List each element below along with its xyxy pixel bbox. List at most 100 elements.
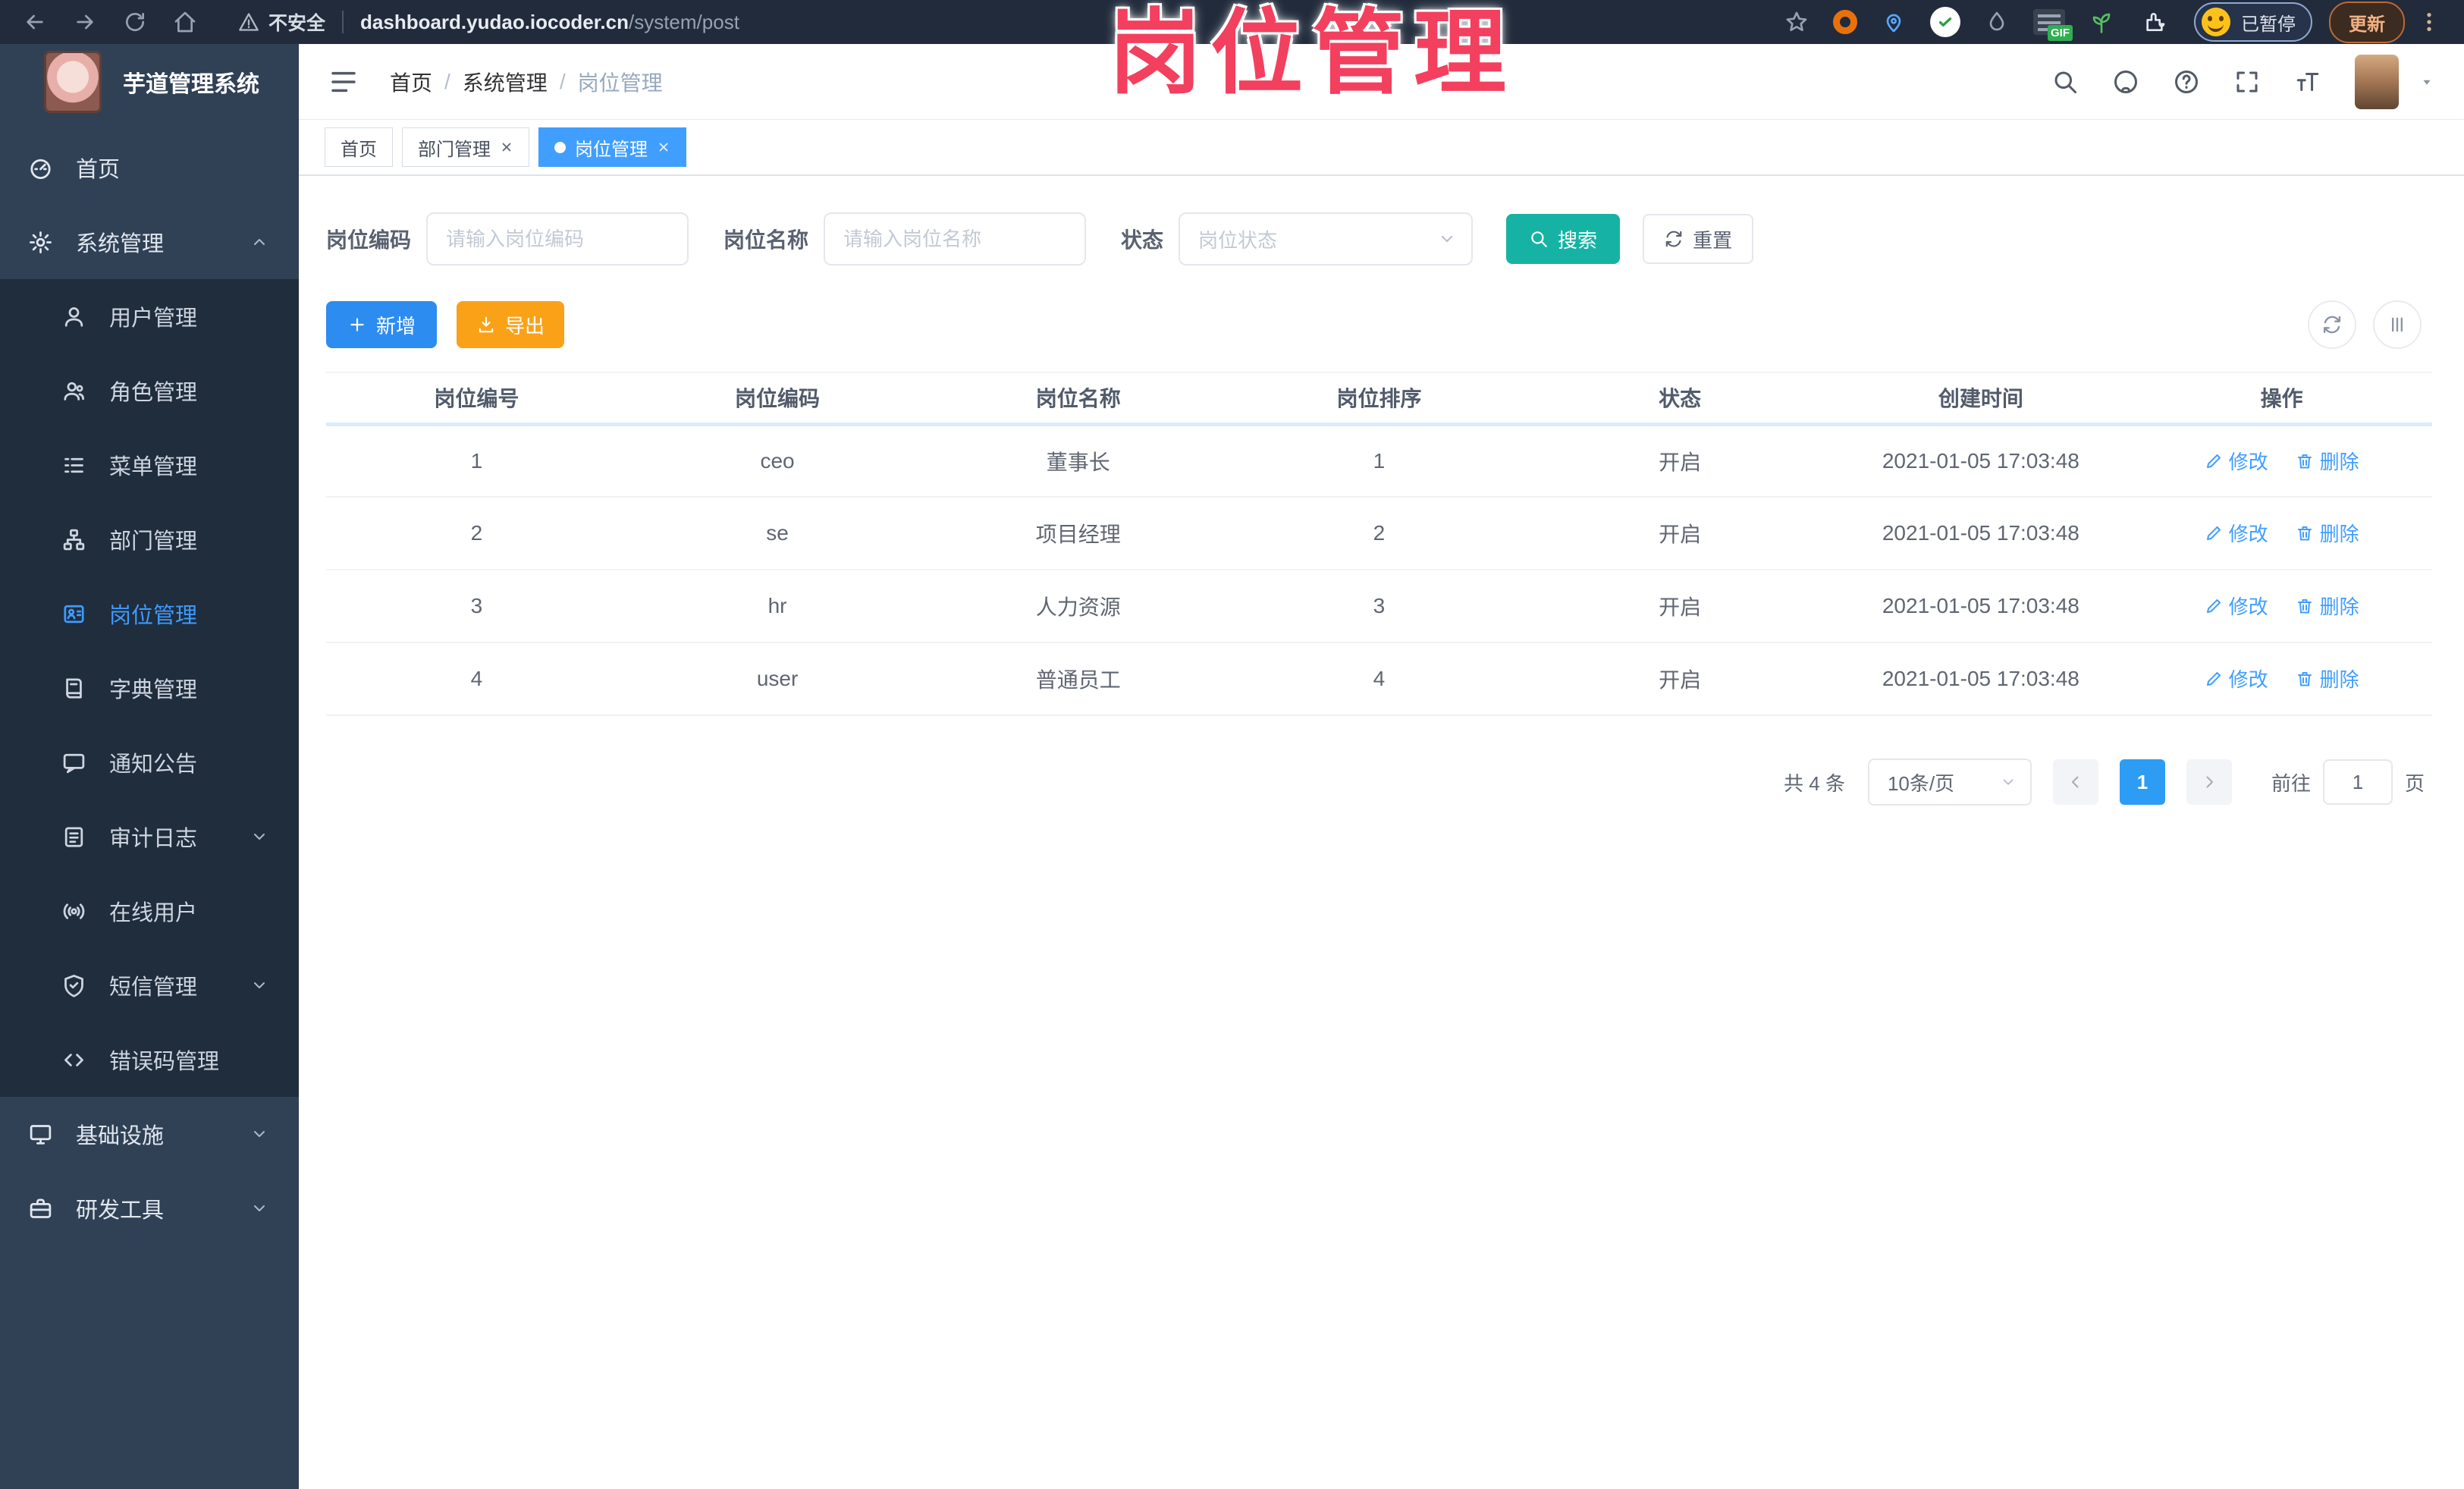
table-header-cell: 岗位编码 <box>626 372 928 426</box>
sidebar-item-post[interactable]: 岗位管理 <box>0 576 299 651</box>
address-bar[interactable]: dashboard.yudao.iocoder.cn/system/post <box>360 11 739 34</box>
close-icon[interactable] <box>500 140 513 154</box>
sidebar-item-error-code[interactable]: 错误码管理 <box>0 1023 299 1097</box>
browser-menu-kebab-icon[interactable] <box>2412 5 2446 39</box>
search-icon[interactable] <box>2051 68 2079 96</box>
fullscreen-icon[interactable] <box>2233 68 2261 96</box>
paused-extension-badge[interactable]: 已暂停 <box>2194 2 2312 42</box>
sidebar-item-dict[interactable]: 字典管理 <box>0 651 299 725</box>
cell-post-code: se <box>626 497 928 570</box>
tab-home[interactable]: 首页 <box>325 127 393 167</box>
font-size-icon[interactable] <box>2294 68 2321 96</box>
tab-post[interactable]: 岗位管理 <box>538 127 686 167</box>
post-code-label: 岗位编码 <box>326 228 412 252</box>
breadcrumb-item[interactable]: 首页 <box>390 67 432 97</box>
sidebar-item-label: 在线用户 <box>109 901 198 925</box>
search-icon <box>1529 229 1549 249</box>
message-icon <box>59 750 88 775</box>
extension-pin-icon[interactable] <box>1877 5 1910 39</box>
column-settings-button[interactable] <box>2373 300 2422 349</box>
plus-icon <box>347 315 367 335</box>
extension-drop-icon[interactable] <box>1980 5 2014 39</box>
pencil-icon <box>2205 524 2223 542</box>
chevron-down-icon <box>1438 230 1456 248</box>
post-name-input[interactable] <box>824 212 1087 265</box>
current-page-button[interactable]: 1 <box>2119 759 2165 805</box>
browser-reload-icon[interactable] <box>118 5 152 39</box>
extension-check-icon[interactable] <box>1930 7 1960 37</box>
main-area: 首页 / 系统管理 / 岗位管理 首页 部门管理 岗位管理 岗位编码 请输入岗位… <box>299 44 2464 1489</box>
search-button[interactable]: 搜索 <box>1506 214 1621 264</box>
extension-orange-ring-icon[interactable] <box>1833 10 1857 34</box>
cell-post-sort: 3 <box>1229 570 1530 643</box>
bookmark-star-icon[interactable] <box>1780 5 1813 39</box>
cell-post-sort: 1 <box>1229 424 1530 498</box>
dashboard-icon <box>26 155 55 181</box>
filter-form: 岗位编码 岗位名称 状态 岗位状态 <box>326 212 2432 265</box>
status-select[interactable]: 岗位状态 <box>1179 212 1474 265</box>
pagination-total: 共 4 条 <box>1784 771 1845 795</box>
delete-button[interactable]: 删除 <box>2296 664 2359 693</box>
sidebar-item-infra[interactable]: 基础设施 <box>0 1097 299 1171</box>
extensions-puzzle-icon[interactable] <box>2138 5 2171 39</box>
browser-forward-icon[interactable] <box>68 5 102 39</box>
cell-created-at: 2021-01-05 17:03:48 <box>1830 424 2132 498</box>
sidebar-item-dept[interactable]: 部门管理 <box>0 502 299 576</box>
sidebar-item-system[interactable]: 系统管理 <box>0 205 299 279</box>
table-row: 4 user 普通员工 4 开启 2021-01-05 17:03:48 修改 删除 <box>326 642 2432 716</box>
sidebar-item-dev-tools[interactable]: 研发工具 <box>0 1171 299 1246</box>
sidebar-item-notice[interactable]: 通知公告 <box>0 725 299 799</box>
caret-down-icon[interactable] <box>2418 74 2435 90</box>
page-content: 岗位编码 岗位名称 状态 岗位状态 <box>299 176 2464 1489</box>
sidebar-item-online-user[interactable]: 在线用户 <box>0 874 299 948</box>
gif-lines <box>2038 14 2061 17</box>
delete-button[interactable]: 删除 <box>2296 519 2359 547</box>
table-header-cell: 状态 <box>1529 372 1831 426</box>
hamburger-menu-icon[interactable] <box>328 66 359 98</box>
url-host: dashboard.yudao.iocoder.cn <box>360 10 629 33</box>
edit-button[interactable]: 修改 <box>2205 447 2268 475</box>
gif-badge: GIF <box>2048 25 2073 41</box>
help-icon[interactable] <box>2173 68 2200 96</box>
edit-button[interactable]: 修改 <box>2205 592 2268 620</box>
app-logo[interactable]: 芋道管理系统 <box>0 44 299 120</box>
sidebar-item-audit-log[interactable]: 审计日志 <box>0 799 299 874</box>
github-icon[interactable] <box>2112 68 2139 96</box>
prev-page-button[interactable] <box>2052 759 2098 805</box>
url-path: /system/post <box>628 10 739 33</box>
site-security-chip[interactable]: 不安全 <box>238 8 325 36</box>
sidebar-item-role[interactable]: 角色管理 <box>0 353 299 428</box>
goto-page-input[interactable] <box>2322 759 2393 805</box>
delete-button[interactable]: 删除 <box>2296 592 2359 620</box>
export-button[interactable]: 导出 <box>457 301 565 348</box>
active-tab-dot <box>554 141 566 153</box>
sidebar-item-menu[interactable]: 菜单管理 <box>0 428 299 502</box>
page-size-select[interactable]: 10条/页 <box>1867 759 2032 806</box>
extension-gif-icon[interactable]: GIF <box>2033 9 2073 41</box>
browser-home-icon[interactable] <box>168 5 202 39</box>
tab-dept[interactable]: 部门管理 <box>402 127 529 167</box>
sidebar-item-user[interactable]: 用户管理 <box>0 279 299 353</box>
sidebar-item-sms[interactable]: 短信管理 <box>0 948 299 1023</box>
app-frame: 芋道管理系统 首页 系统管理 用户管理 角色管理 菜单管理 部门管理 岗位管理 字典管理 通知公… <box>0 44 2464 1489</box>
browser-update-button[interactable]: 更新 <box>2329 1 2405 43</box>
user-avatar[interactable] <box>2355 54 2399 109</box>
extension-plant-icon[interactable] <box>2085 5 2118 39</box>
breadcrumb-item[interactable]: 系统管理 <box>463 67 548 97</box>
shield-icon <box>59 973 88 998</box>
sidebar-item-home[interactable]: 首页 <box>0 130 299 205</box>
next-page-button[interactable] <box>2186 759 2232 805</box>
refresh-table-button[interactable] <box>2308 300 2356 349</box>
edit-button[interactable]: 修改 <box>2205 519 2268 547</box>
edit-button[interactable]: 修改 <box>2205 664 2268 693</box>
close-icon[interactable] <box>657 140 670 154</box>
browser-back-icon[interactable] <box>18 5 52 39</box>
add-button[interactable]: 新增 <box>326 301 438 348</box>
delete-button[interactable]: 删除 <box>2296 447 2359 475</box>
reset-button[interactable]: 重置 <box>1643 214 1754 264</box>
filter-post-name: 岗位名称 <box>724 212 1087 265</box>
pencil-icon <box>2205 452 2223 470</box>
breadcrumb: 首页 / 系统管理 / 岗位管理 <box>390 67 663 97</box>
broadcast-icon <box>59 899 88 924</box>
post-code-input[interactable] <box>426 212 689 265</box>
